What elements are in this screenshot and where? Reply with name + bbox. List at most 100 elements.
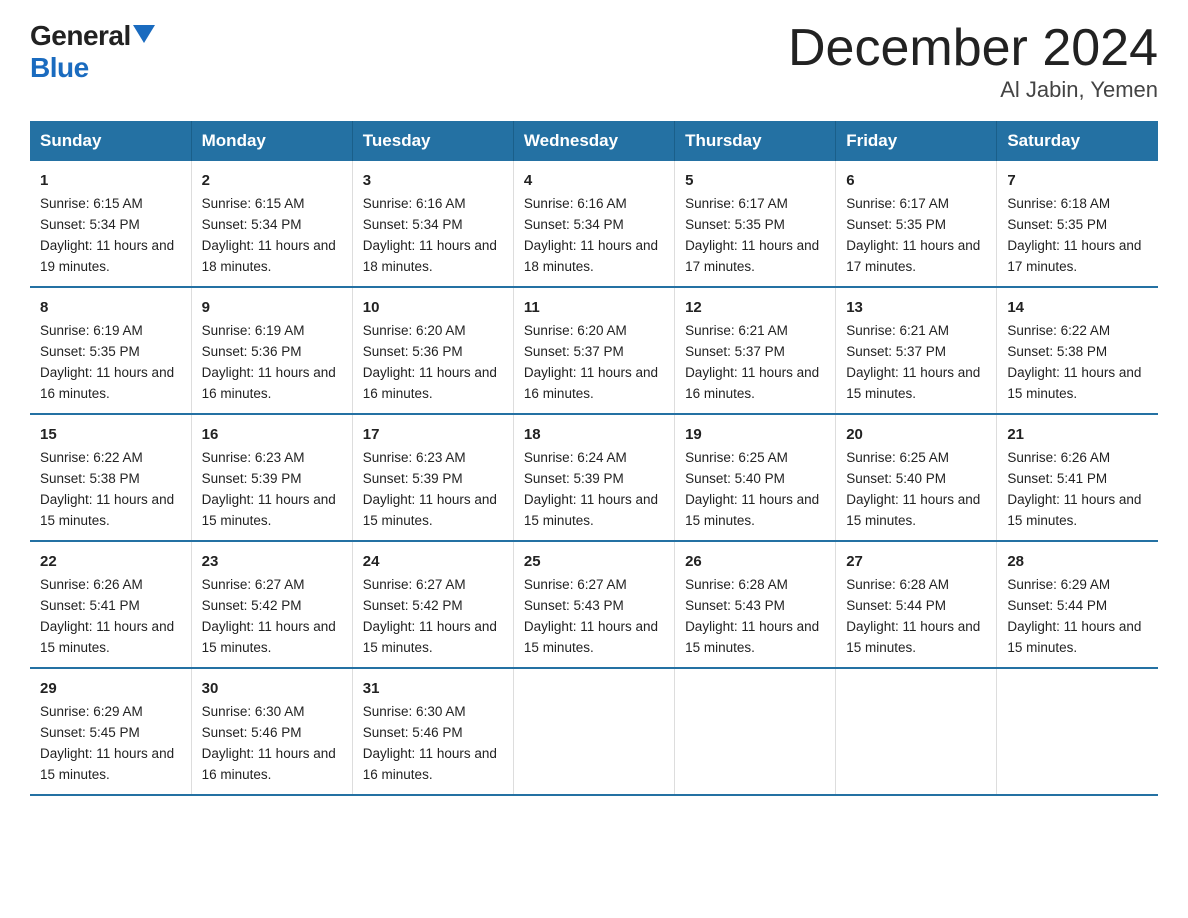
day-number: 26 — [685, 550, 825, 573]
calendar-cell: 28Sunrise: 6:29 AMSunset: 5:44 PMDayligh… — [997, 541, 1158, 668]
day-number: 10 — [363, 296, 503, 319]
day-sun-info: Sunrise: 6:27 AMSunset: 5:42 PMDaylight:… — [363, 575, 503, 659]
day-number: 31 — [363, 677, 503, 700]
day-number: 7 — [1007, 169, 1148, 192]
day-sun-info: Sunrise: 6:24 AMSunset: 5:39 PMDaylight:… — [524, 448, 664, 532]
day-sun-info: Sunrise: 6:30 AMSunset: 5:46 PMDaylight:… — [202, 702, 342, 786]
day-number: 19 — [685, 423, 825, 446]
day-number: 6 — [846, 169, 986, 192]
day-sun-info: Sunrise: 6:26 AMSunset: 5:41 PMDaylight:… — [1007, 448, 1148, 532]
day-sun-info: Sunrise: 6:29 AMSunset: 5:45 PMDaylight:… — [40, 702, 181, 786]
day-sun-info: Sunrise: 6:28 AMSunset: 5:44 PMDaylight:… — [846, 575, 986, 659]
calendar-header-row: SundayMondayTuesdayWednesdayThursdayFrid… — [30, 121, 1158, 161]
calendar-cell: 9Sunrise: 6:19 AMSunset: 5:36 PMDaylight… — [191, 287, 352, 414]
day-sun-info: Sunrise: 6:19 AMSunset: 5:36 PMDaylight:… — [202, 321, 342, 405]
day-number: 30 — [202, 677, 342, 700]
day-sun-info: Sunrise: 6:17 AMSunset: 5:35 PMDaylight:… — [685, 194, 825, 278]
calendar-cell: 17Sunrise: 6:23 AMSunset: 5:39 PMDayligh… — [352, 414, 513, 541]
day-number: 13 — [846, 296, 986, 319]
day-sun-info: Sunrise: 6:27 AMSunset: 5:42 PMDaylight:… — [202, 575, 342, 659]
calendar-cell: 12Sunrise: 6:21 AMSunset: 5:37 PMDayligh… — [675, 287, 836, 414]
calendar-cell: 4Sunrise: 6:16 AMSunset: 5:34 PMDaylight… — [513, 161, 674, 287]
day-sun-info: Sunrise: 6:22 AMSunset: 5:38 PMDaylight:… — [1007, 321, 1148, 405]
header-tuesday: Tuesday — [352, 121, 513, 161]
calendar-cell: 16Sunrise: 6:23 AMSunset: 5:39 PMDayligh… — [191, 414, 352, 541]
day-number: 18 — [524, 423, 664, 446]
calendar-week-2: 8Sunrise: 6:19 AMSunset: 5:35 PMDaylight… — [30, 287, 1158, 414]
header-friday: Friday — [836, 121, 997, 161]
day-number: 22 — [40, 550, 181, 573]
calendar-cell: 29Sunrise: 6:29 AMSunset: 5:45 PMDayligh… — [30, 668, 191, 795]
calendar-cell: 7Sunrise: 6:18 AMSunset: 5:35 PMDaylight… — [997, 161, 1158, 287]
calendar-cell — [675, 668, 836, 795]
logo-blue: Blue — [30, 52, 89, 84]
calendar-cell: 25Sunrise: 6:27 AMSunset: 5:43 PMDayligh… — [513, 541, 674, 668]
day-sun-info: Sunrise: 6:20 AMSunset: 5:36 PMDaylight:… — [363, 321, 503, 405]
calendar-cell: 5Sunrise: 6:17 AMSunset: 5:35 PMDaylight… — [675, 161, 836, 287]
logo-general: General — [30, 20, 131, 52]
calendar-cell: 13Sunrise: 6:21 AMSunset: 5:37 PMDayligh… — [836, 287, 997, 414]
header-saturday: Saturday — [997, 121, 1158, 161]
day-number: 2 — [202, 169, 342, 192]
day-number: 11 — [524, 296, 664, 319]
day-number: 20 — [846, 423, 986, 446]
day-sun-info: Sunrise: 6:16 AMSunset: 5:34 PMDaylight:… — [363, 194, 503, 278]
header-wednesday: Wednesday — [513, 121, 674, 161]
calendar-cell — [836, 668, 997, 795]
day-sun-info: Sunrise: 6:25 AMSunset: 5:40 PMDaylight:… — [685, 448, 825, 532]
calendar-table: SundayMondayTuesdayWednesdayThursdayFrid… — [30, 121, 1158, 796]
day-sun-info: Sunrise: 6:29 AMSunset: 5:44 PMDaylight:… — [1007, 575, 1148, 659]
day-number: 3 — [363, 169, 503, 192]
header-monday: Monday — [191, 121, 352, 161]
day-number: 15 — [40, 423, 181, 446]
calendar-cell: 23Sunrise: 6:27 AMSunset: 5:42 PMDayligh… — [191, 541, 352, 668]
day-sun-info: Sunrise: 6:27 AMSunset: 5:43 PMDaylight:… — [524, 575, 664, 659]
day-sun-info: Sunrise: 6:28 AMSunset: 5:43 PMDaylight:… — [685, 575, 825, 659]
day-sun-info: Sunrise: 6:18 AMSunset: 5:35 PMDaylight:… — [1007, 194, 1148, 278]
calendar-cell: 11Sunrise: 6:20 AMSunset: 5:37 PMDayligh… — [513, 287, 674, 414]
day-number: 12 — [685, 296, 825, 319]
calendar-cell: 14Sunrise: 6:22 AMSunset: 5:38 PMDayligh… — [997, 287, 1158, 414]
day-number: 24 — [363, 550, 503, 573]
calendar-cell — [513, 668, 674, 795]
day-number: 5 — [685, 169, 825, 192]
page-title: December 2024 — [788, 20, 1158, 77]
day-sun-info: Sunrise: 6:21 AMSunset: 5:37 PMDaylight:… — [685, 321, 825, 405]
day-sun-info: Sunrise: 6:20 AMSunset: 5:37 PMDaylight:… — [524, 321, 664, 405]
header-thursday: Thursday — [675, 121, 836, 161]
day-sun-info: Sunrise: 6:21 AMSunset: 5:37 PMDaylight:… — [846, 321, 986, 405]
day-sun-info: Sunrise: 6:22 AMSunset: 5:38 PMDaylight:… — [40, 448, 181, 532]
day-number: 27 — [846, 550, 986, 573]
calendar-cell: 2Sunrise: 6:15 AMSunset: 5:34 PMDaylight… — [191, 161, 352, 287]
calendar-week-3: 15Sunrise: 6:22 AMSunset: 5:38 PMDayligh… — [30, 414, 1158, 541]
calendar-cell: 30Sunrise: 6:30 AMSunset: 5:46 PMDayligh… — [191, 668, 352, 795]
day-sun-info: Sunrise: 6:23 AMSunset: 5:39 PMDaylight:… — [202, 448, 342, 532]
calendar-cell: 15Sunrise: 6:22 AMSunset: 5:38 PMDayligh… — [30, 414, 191, 541]
calendar-cell: 24Sunrise: 6:27 AMSunset: 5:42 PMDayligh… — [352, 541, 513, 668]
calendar-cell: 3Sunrise: 6:16 AMSunset: 5:34 PMDaylight… — [352, 161, 513, 287]
calendar-cell: 27Sunrise: 6:28 AMSunset: 5:44 PMDayligh… — [836, 541, 997, 668]
day-sun-info: Sunrise: 6:15 AMSunset: 5:34 PMDaylight:… — [202, 194, 342, 278]
day-number: 29 — [40, 677, 181, 700]
page-header: General Blue December 2024 Al Jabin, Yem… — [30, 20, 1158, 103]
day-number: 1 — [40, 169, 181, 192]
logo-triangle-icon — [133, 25, 155, 43]
day-number: 21 — [1007, 423, 1148, 446]
day-number: 25 — [524, 550, 664, 573]
calendar-week-1: 1 Sunrise: 6:15 AMSunset: 5:34 PMDaylight… — [30, 161, 1158, 287]
calendar-cell: 6Sunrise: 6:17 AMSunset: 5:35 PMDaylight… — [836, 161, 997, 287]
day-number: 8 — [40, 296, 181, 319]
day-sun-info: Sunrise: 6:25 AMSunset: 5:40 PMDaylight:… — [846, 448, 986, 532]
calendar-cell — [997, 668, 1158, 795]
calendar-cell: 21Sunrise: 6:26 AMSunset: 5:41 PMDayligh… — [997, 414, 1158, 541]
calendar-cell: 18Sunrise: 6:24 AMSunset: 5:39 PMDayligh… — [513, 414, 674, 541]
day-number: 16 — [202, 423, 342, 446]
calendar-week-4: 22Sunrise: 6:26 AMSunset: 5:41 PMDayligh… — [30, 541, 1158, 668]
day-sun-info: Sunrise: 6:23 AMSunset: 5:39 PMDaylight:… — [363, 448, 503, 532]
calendar-cell: 22Sunrise: 6:26 AMSunset: 5:41 PMDayligh… — [30, 541, 191, 668]
day-sun-info: Sunrise: 6:16 AMSunset: 5:34 PMDaylight:… — [524, 194, 664, 278]
day-sun-info: Sunrise: 6:26 AMSunset: 5:41 PMDaylight:… — [40, 575, 181, 659]
day-number: 23 — [202, 550, 342, 573]
logo: General Blue — [30, 20, 155, 84]
calendar-cell: 8Sunrise: 6:19 AMSunset: 5:35 PMDaylight… — [30, 287, 191, 414]
